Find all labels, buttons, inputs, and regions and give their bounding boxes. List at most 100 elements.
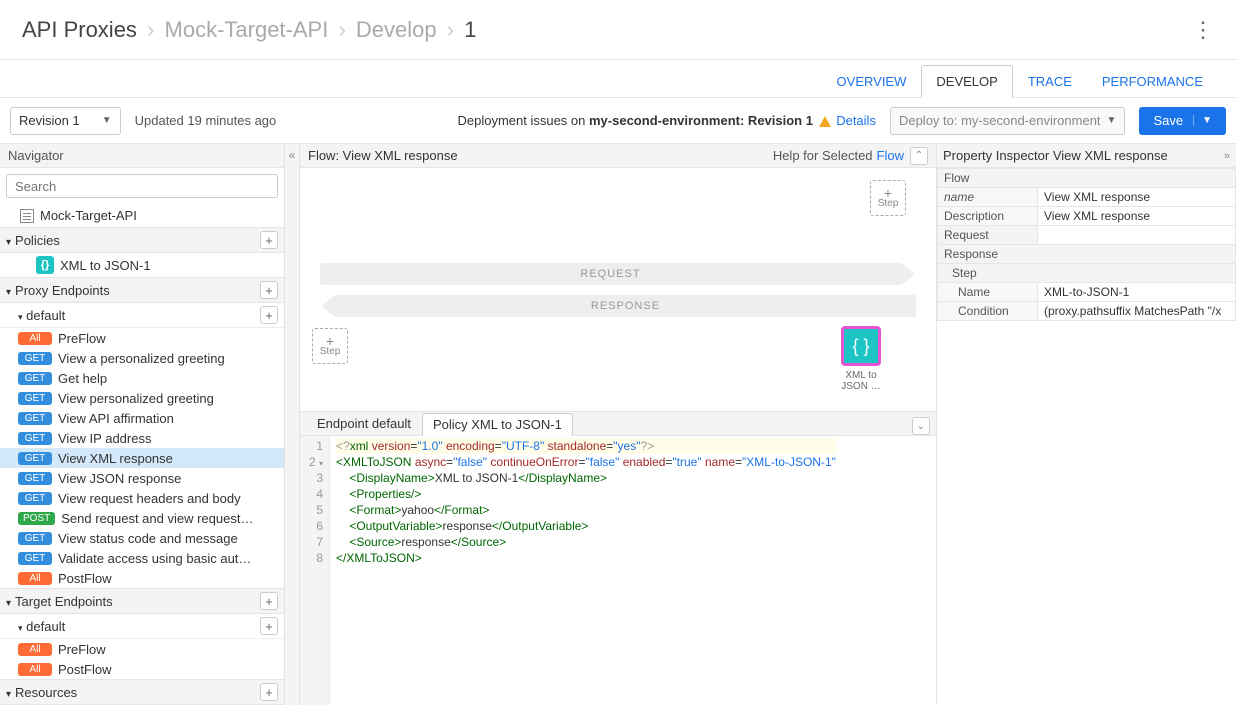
endpoint-label: View status code and message [58, 531, 238, 546]
method-badge: GET [18, 532, 52, 545]
add-policy-button[interactable]: + [260, 231, 278, 249]
method-badge: GET [18, 472, 52, 485]
endpoint-label: View IP address [58, 431, 151, 446]
step-name-value[interactable]: XML-to-JSON-1 [1038, 283, 1236, 302]
method-badge: GET [18, 432, 52, 445]
property-inspector: Property Inspector View XML response » F… [936, 144, 1236, 705]
proxy-endpoints-section[interactable]: ▾Proxy Endpoints + [0, 277, 284, 303]
condition-value[interactable]: (proxy.pathsuffix MatchesPath "/x [1038, 302, 1236, 321]
add-target-flow-button[interactable]: + [260, 617, 278, 635]
tab-trace[interactable]: TRACE [1013, 65, 1087, 97]
revision-selector[interactable]: Revision 1 ▼ [10, 107, 121, 135]
property-table: Flow nameView XML response DescriptionVi… [937, 168, 1236, 321]
flow-header: Flow: View XML response Help for Selecte… [300, 144, 936, 168]
xml-to-json-icon: {} [36, 256, 54, 274]
endpoint-item[interactable]: GET Get help [0, 368, 284, 388]
xml-to-json-icon: { } [841, 326, 881, 366]
add-flow-button[interactable]: + [260, 306, 278, 324]
breadcrumb-proxy[interactable]: Mock-Target-API [165, 17, 329, 42]
endpoint-item[interactable]: GETView API affirmation [0, 408, 284, 428]
collapse-navigator[interactable]: « [285, 144, 300, 705]
response-flow-bar: RESPONSE [335, 295, 916, 317]
collapse-code-icon[interactable]: ⌄ [912, 417, 930, 435]
proxy-icon [20, 209, 34, 223]
deployment-status: Deployment issues on my-second-environme… [457, 113, 875, 128]
updated-timestamp: Updated 19 minutes ago [135, 113, 277, 128]
details-link[interactable]: Details [836, 113, 876, 128]
flow-section: Flow [938, 169, 1236, 188]
tab-performance[interactable]: PERFORMANCE [1087, 65, 1218, 97]
add-request-step[interactable]: +Step [870, 180, 906, 216]
endpoint-item[interactable]: GET View JSON response [0, 468, 284, 488]
endpoint-label: PostFlow [58, 662, 111, 677]
add-resource-button[interactable]: + [260, 683, 278, 701]
endpoint-item[interactable]: GET View IP address [0, 428, 284, 448]
breadcrumb-root[interactable]: API Proxies [22, 17, 137, 42]
endpoint-item[interactable]: GETView personalized greeting [0, 388, 284, 408]
resources-section[interactable]: ▾Resources + [0, 679, 284, 705]
endpoint-label: Get help [58, 371, 107, 386]
caret-down-icon: ▼ [102, 115, 112, 126]
expand-inspector-icon[interactable]: » [1224, 150, 1230, 162]
flow-title: Flow: View XML response [308, 148, 458, 163]
warning-icon [819, 116, 831, 127]
endpoint-item[interactable]: AllPreFlow [0, 328, 284, 348]
proxy-default-header[interactable]: ▾ default + [0, 303, 284, 328]
target-item[interactable]: AllPreFlow [0, 639, 284, 659]
target-endpoints-section[interactable]: ▾Target Endpoints + [0, 588, 284, 614]
flow-help-link[interactable]: Flow [877, 148, 904, 163]
proxy-root-item[interactable]: Mock-Target-API [0, 204, 284, 227]
endpoint-item[interactable]: POSTSend request and view request… [0, 508, 284, 528]
deploy-to-selector[interactable]: Deploy to: my-second-environment ▼ [890, 107, 1126, 135]
endpoint-label: View a personalized greeting [58, 351, 225, 366]
method-badge: GET [18, 372, 52, 385]
breadcrumb: API Proxies › Mock-Target-API › Develop … [22, 17, 476, 43]
endpoint-item[interactable]: GET View status code and message [0, 528, 284, 548]
step-section: Step [938, 264, 1236, 283]
endpoint-label: View XML response [58, 451, 173, 466]
code-tab-endpoint[interactable]: Endpoint default [306, 412, 422, 435]
method-badge: All [18, 663, 52, 676]
tab-overview[interactable]: OVERVIEW [822, 65, 922, 97]
add-response-step[interactable]: +Step [312, 328, 348, 364]
endpoint-label: View JSON response [58, 471, 181, 486]
more-menu-icon[interactable]: ⋮ [1192, 17, 1214, 43]
endpoint-label: PostFlow [58, 571, 111, 586]
header: API Proxies › Mock-Target-API › Develop … [0, 0, 1236, 60]
save-button[interactable]: Save ▼ [1139, 107, 1226, 135]
code-tab-policy[interactable]: Policy XML to JSON-1 [422, 413, 573, 436]
endpoint-label: Validate access using basic aut… [58, 551, 251, 566]
line-gutter: 12 ▾345678 [300, 436, 330, 705]
code-content[interactable]: <?xml version="1.0" encoding="UTF-8" sta… [330, 436, 842, 705]
name-value[interactable]: View XML response [1038, 188, 1236, 207]
add-proxy-endpoint-button[interactable]: + [260, 281, 278, 299]
toolbar: Revision 1 ▼ Updated 19 minutes ago Depl… [0, 98, 1236, 144]
help-label: Help for Selected [773, 148, 873, 163]
target-item[interactable]: All PostFlow [0, 659, 284, 679]
endpoint-label: View request headers and body [58, 491, 241, 506]
policy-item[interactable]: {} XML to JSON-1 [0, 253, 284, 277]
code-tabs: Endpoint default Policy XML to JSON-1 ⌄ [300, 412, 936, 436]
endpoint-item[interactable]: GETView XML response [0, 448, 284, 468]
add-target-endpoint-button[interactable]: + [260, 592, 278, 610]
endpoint-label: View API affirmation [58, 411, 174, 426]
endpoint-item[interactable]: AllPostFlow [0, 568, 284, 588]
policies-section[interactable]: ▾Policies + [0, 227, 284, 253]
collapse-flow-icon[interactable]: ⌃ [910, 147, 928, 165]
target-default-header[interactable]: ▾ default + [0, 614, 284, 639]
code-editor[interactable]: 12 ▾345678 <?xml version="1.0" encoding=… [300, 436, 936, 705]
endpoint-item[interactable]: GETValidate access using basic aut… [0, 548, 284, 568]
revision-label: Revision 1 [19, 113, 80, 128]
endpoint-item[interactable]: GET View request headers and body [0, 488, 284, 508]
endpoint-label: Send request and view request… [61, 511, 253, 526]
method-badge: GET [18, 492, 52, 505]
tab-develop[interactable]: DEVELOP [921, 65, 1012, 98]
search-input[interactable] [6, 174, 278, 198]
description-value[interactable]: View XML response [1038, 207, 1236, 226]
method-badge: All [18, 332, 52, 345]
xml-to-json-policy-node[interactable]: { } XML to JSON … [841, 326, 881, 392]
endpoint-item[interactable]: GETView a personalized greeting [0, 348, 284, 368]
caret-down-icon: ▼ [1107, 115, 1117, 126]
breadcrumb-view[interactable]: Develop [356, 17, 437, 42]
flow-canvas: +Step REQUEST RESPONSE +Step { } XML to … [300, 168, 936, 412]
